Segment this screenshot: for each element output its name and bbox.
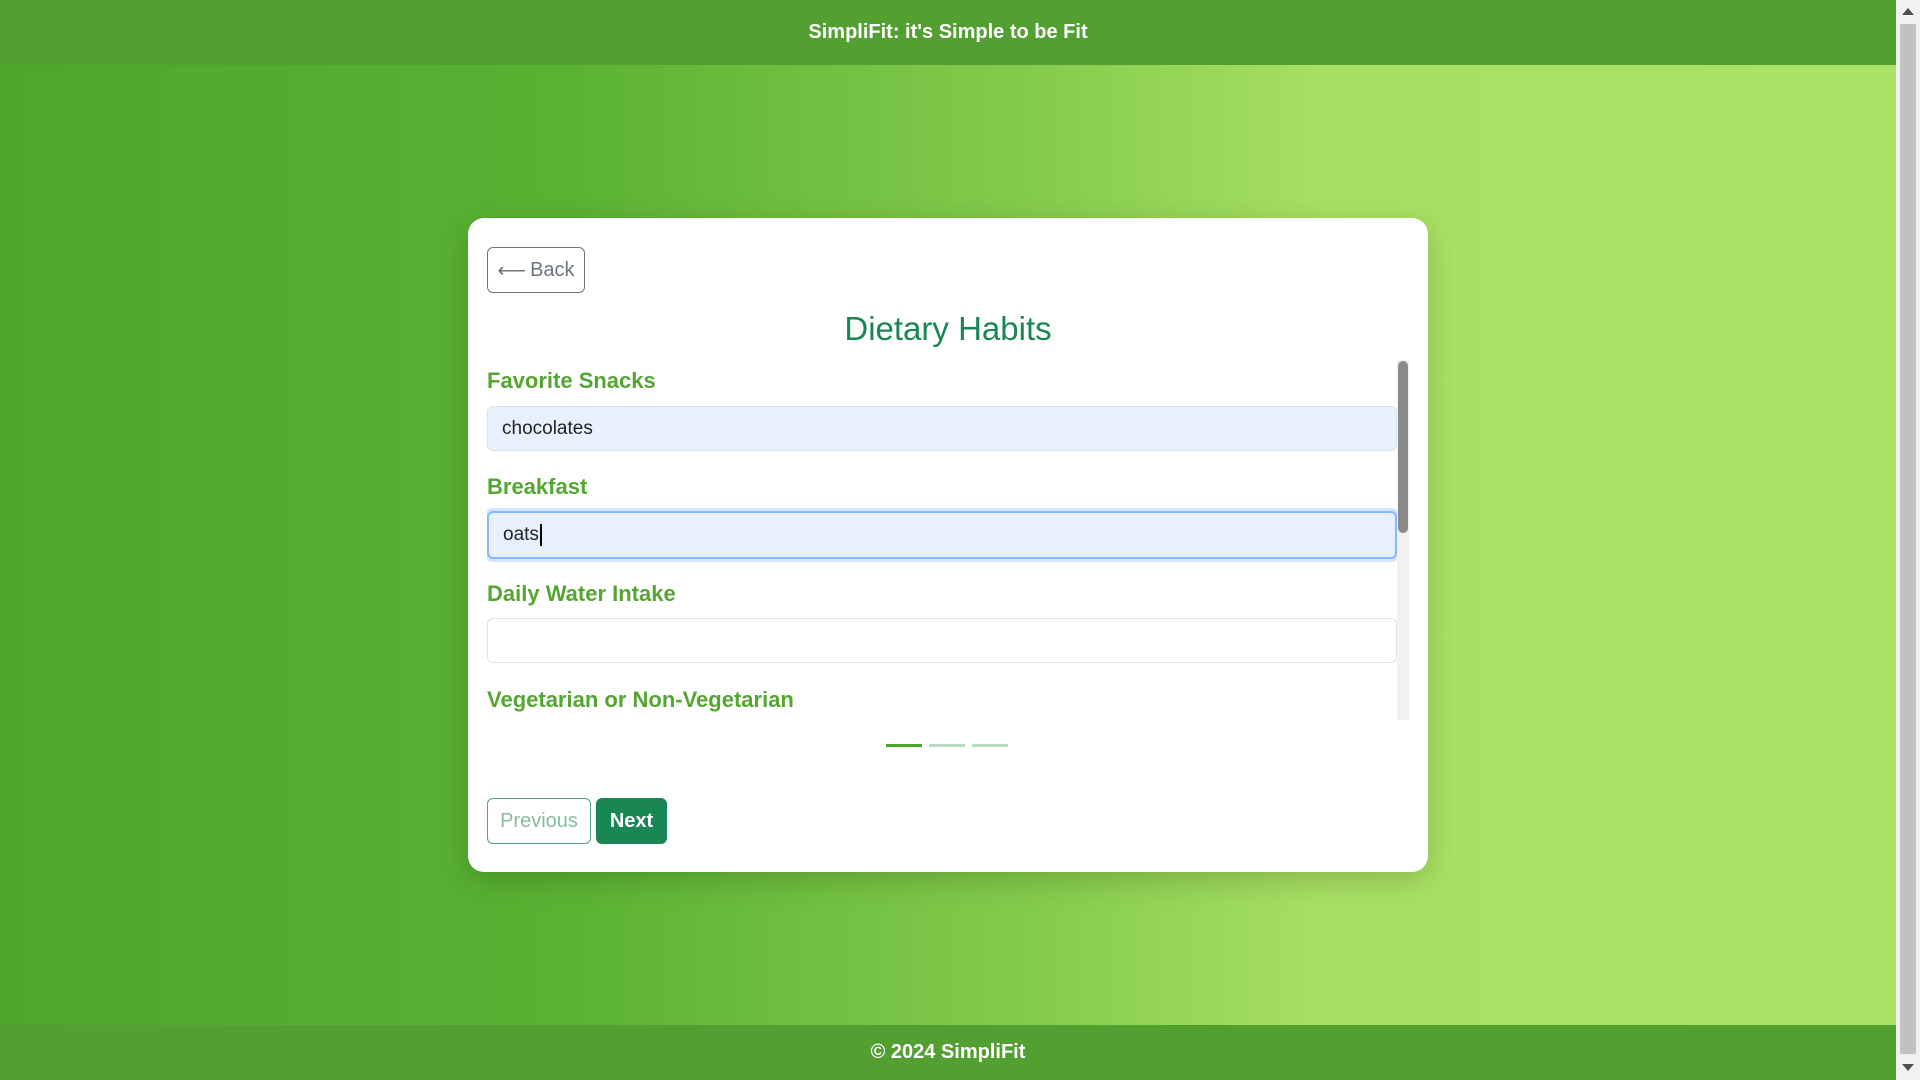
app-title: SimpliFit: it's Simple to be Fit: [808, 21, 1088, 43]
favorite-snacks-label: Favorite Snacks: [487, 368, 656, 393]
scroll-down-arrow-icon[interactable]: [1902, 1064, 1914, 1071]
page-scrollbar-thumb[interactable]: [1900, 24, 1916, 1054]
back-arrow-icon: ⟵: [497, 259, 527, 282]
daily-water-intake-label: Daily Water Intake: [487, 581, 676, 606]
dietary-habits-card: ⟵ Back Dietary Habits Favorite Snacks ch…: [468, 218, 1428, 872]
form-scrollbar-thumb[interactable]: [1398, 361, 1408, 533]
breakfast-label: Breakfast: [487, 474, 588, 499]
step-dot-2: [929, 744, 965, 747]
step-indicator: [886, 744, 1008, 747]
footer-copyright: © 2024 SimpliFit: [870, 1041, 1026, 1063]
back-button-label: Back: [530, 258, 575, 281]
step-dot-3: [972, 744, 1008, 747]
scroll-up-arrow-icon[interactable]: [1902, 8, 1914, 15]
next-button[interactable]: Next: [596, 798, 667, 844]
page-scrollbar[interactable]: [1896, 0, 1920, 1080]
back-button[interactable]: ⟵ Back: [487, 247, 585, 293]
previous-button[interactable]: Previous: [487, 798, 591, 844]
favorite-snacks-input[interactable]: chocolates: [487, 406, 1397, 451]
form-title: Dietary Habits: [844, 310, 1052, 347]
favorite-snacks-value: chocolates: [502, 417, 593, 439]
text-caret: [539, 524, 542, 546]
app-footer: © 2024 SimpliFit: [0, 1025, 1896, 1080]
page-background: SimpliFit: it's Simple to be Fit ⟵ Back …: [0, 0, 1896, 1080]
daily-water-intake-input[interactable]: [487, 618, 1397, 663]
app-header: SimpliFit: it's Simple to be Fit: [0, 0, 1896, 65]
step-dot-1: [886, 744, 922, 747]
vegetarian-label: Vegetarian or Non-Vegetarian: [487, 687, 794, 712]
form-scroll-area[interactable]: Favorite Snacks chocolates Breakfast oat…: [487, 360, 1411, 720]
breakfast-value: oats: [503, 524, 539, 545]
breakfast-input[interactable]: oats: [487, 511, 1397, 559]
